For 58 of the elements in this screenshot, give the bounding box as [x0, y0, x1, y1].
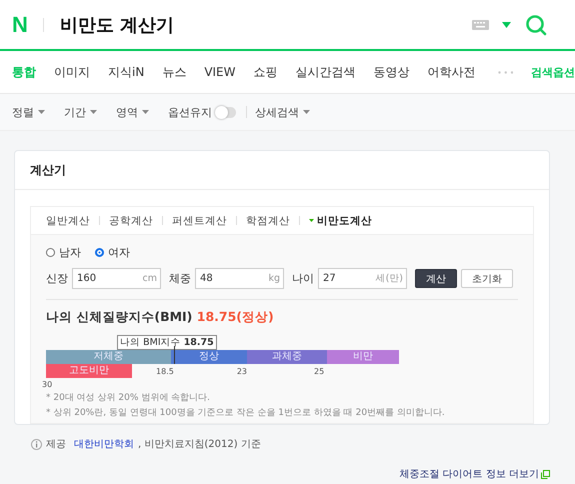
caret-icon: [90, 110, 97, 114]
nav-tab[interactable]: 어학사전: [428, 64, 476, 80]
keyboard-icon[interactable]: [472, 20, 489, 30]
caret-icon: [142, 110, 149, 114]
toggle-switch[interactable]: [216, 106, 236, 118]
field-label: 신장: [46, 271, 68, 286]
bmi-marker-label: 나의 BMI지수 18.75: [117, 335, 217, 350]
filter-dropdown[interactable]: 기간: [64, 104, 97, 120]
caret-icon: [38, 110, 45, 114]
field-label: 나이: [292, 271, 314, 286]
card-title: 계산기: [15, 151, 549, 190]
search-icon[interactable]: [525, 14, 547, 36]
source-label: 제공: [46, 438, 66, 451]
bmi-result: 나의 신체질량지수(BMI) 18.75(정상): [46, 309, 275, 326]
caret-icon: [309, 219, 314, 222]
calculator-tab[interactable]: 일반계산: [46, 214, 90, 228]
reset-button[interactable]: 초기화: [461, 269, 513, 288]
nav-tab[interactable]: VIEW: [204, 65, 236, 79]
calculate-button[interactable]: 계산: [415, 269, 457, 288]
bmi-range-segment: 과체중: [247, 350, 327, 364]
bmi-range-segment: 고도비만: [46, 364, 132, 378]
keep-options-label: 옵션유지: [168, 104, 212, 120]
nav-tab[interactable]: 쇼핑: [254, 64, 278, 80]
calculator-tab[interactable]: 공학계산: [109, 214, 153, 228]
input-field[interactable]: 27 세(만): [318, 268, 407, 289]
more-icon[interactable]: [498, 70, 513, 74]
source-text: , 비만치료지침(2012) 기준: [138, 438, 261, 451]
scale-tick: 25: [314, 366, 324, 376]
calculator-tab[interactable]: 학점계산: [246, 214, 290, 228]
bmi-range-segment: 비만: [327, 350, 399, 364]
filter-dropdown[interactable]: 영역: [116, 104, 149, 120]
bmi-range-segment: 정상: [171, 350, 247, 364]
info-icon: [31, 438, 42, 450]
calculator-tab[interactable]: 비만도계산: [309, 214, 372, 228]
caret-icon[interactable]: [502, 22, 511, 28]
nav-tab[interactable]: 이미지: [54, 64, 90, 80]
caret-icon: [303, 110, 310, 114]
filter-dropdown[interactable]: 정렬: [12, 104, 45, 120]
source-link[interactable]: 대한비만학회: [74, 437, 134, 451]
scale-tick: 23: [236, 366, 247, 376]
note-text: * 20대 여성 상위 20% 범위에 속합니다.: [46, 392, 211, 404]
input-field[interactable]: 48 kg: [195, 268, 284, 289]
gender-radio[interactable]: 여자: [95, 245, 130, 260]
calculator-tab[interactable]: 퍼센트계산: [172, 214, 227, 228]
input-field[interactable]: 160 cm: [72, 268, 161, 289]
filter-dropdown[interactable]: 상세검색: [255, 104, 310, 120]
field-label: 체중: [169, 271, 191, 286]
new-window-icon: [541, 470, 550, 478]
scale-tick: 30: [42, 380, 54, 389]
note-text: * 상위 20%란, 동일 연령대 100명을 기준으로 작은 순을 1번으로 하였을 때 20번째를 의미합니다.: [46, 407, 446, 419]
nav-tab[interactable]: 실시간검색: [296, 64, 356, 80]
scale-tick: 18.5: [156, 366, 174, 376]
nav-tab[interactable]: 지식iN: [108, 64, 144, 80]
nav-tab[interactable]: 동영상: [374, 64, 410, 80]
search-query[interactable]: 비만도 계산기: [60, 12, 174, 36]
nav-tab[interactable]: 뉴스: [162, 64, 186, 80]
gender-radio[interactable]: 남자: [46, 245, 81, 260]
more-info-link[interactable]: 체중조절 다이어트 정보 더보기: [399, 467, 539, 481]
